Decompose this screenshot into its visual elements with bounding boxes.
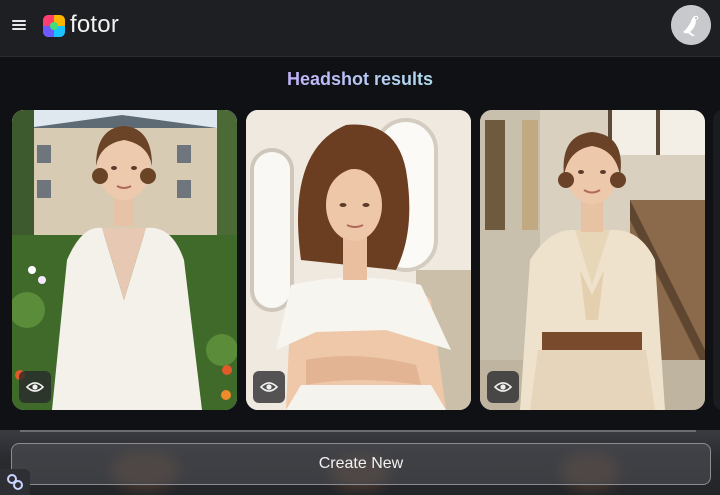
create-new-button[interactable]: Create New <box>11 443 711 485</box>
preview-button[interactable] <box>19 371 51 403</box>
preview-button[interactable] <box>253 371 285 403</box>
results-carousel[interactable] <box>0 110 720 410</box>
results-title: Headshot results <box>0 68 720 90</box>
hamburger-menu-icon[interactable] <box>12 18 26 32</box>
bird-avatar-icon <box>671 5 711 45</box>
link-badge[interactable] <box>0 469 30 495</box>
headshot-card-3[interactable] <box>480 110 705 410</box>
eye-icon <box>494 382 512 392</box>
next-card-peek[interactable] <box>713 110 720 410</box>
fotor-logo-icon[interactable] <box>43 15 65 37</box>
headshot-image <box>480 110 705 410</box>
eye-icon <box>26 382 44 392</box>
top-bar: fotor <box>0 0 720 57</box>
fotor-logo-text[interactable]: fotor <box>70 11 119 39</box>
headshot-image <box>246 110 471 410</box>
eye-icon <box>260 382 278 392</box>
headshot-card-1[interactable] <box>12 110 237 410</box>
preview-button[interactable] <box>487 371 519 403</box>
scroll-indicator <box>20 430 696 432</box>
link-icon <box>7 474 23 490</box>
user-avatar[interactable] <box>671 5 711 45</box>
headshot-image <box>12 110 237 410</box>
headshot-card-2[interactable] <box>246 110 471 410</box>
